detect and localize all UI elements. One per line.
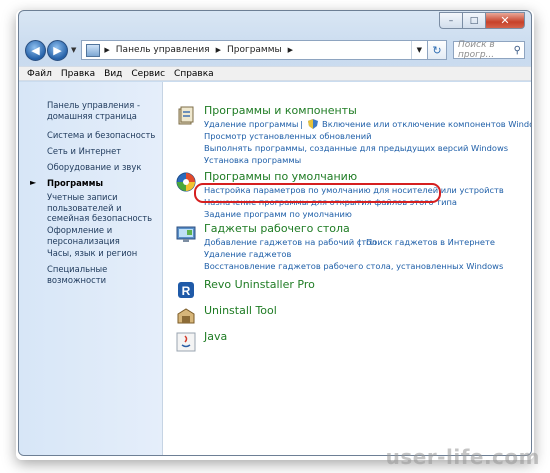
menu-file[interactable]: Файл — [27, 69, 52, 79]
explorer-window: – □ ✕ ◀ ▶ ▼ ▶ Панель управления ▶ Програ… — [18, 10, 532, 456]
section-title[interactable]: Uninstall Tool — [204, 304, 277, 317]
sidebar-item-home[interactable]: Панель управления - домашняя страница — [47, 100, 157, 121]
compatibility-link[interactable]: Выполнять программы, созданные для преды… — [204, 143, 508, 153]
programs-features-icon — [178, 106, 194, 125]
revo-uninstaller-icon: R — [178, 282, 194, 298]
maximize-button[interactable]: □ — [462, 12, 485, 29]
gadgets-icon — [176, 226, 196, 242]
link-separator: | — [358, 237, 361, 247]
forward-arrow-icon[interactable]: ▶ — [47, 39, 68, 61]
default-programs-icon — [176, 172, 196, 192]
sidebar-item-clock-region[interactable]: Часы, язык и регион — [47, 248, 157, 259]
search-gadgets-online-link[interactable]: Поиск гаджетов в Интернете — [366, 237, 495, 247]
highlight-annotation — [194, 183, 441, 203]
main-content: Программы и компоненты Удаление программ… — [163, 82, 531, 455]
caption-buttons: – □ ✕ — [439, 12, 525, 29]
menu-tools[interactable]: Сервис — [131, 69, 165, 79]
section-title[interactable]: Java — [204, 330, 227, 343]
sidebar-item-network[interactable]: Сеть и Интернет — [47, 146, 157, 157]
uninstall-tool-icon — [177, 308, 195, 324]
search-input[interactable]: Поиск в прогр... ⚲ — [453, 40, 525, 60]
back-arrow-icon[interactable]: ◀ — [25, 39, 46, 61]
address-dropdown-icon[interactable]: ▼ — [410, 41, 427, 59]
sidebar-item-appearance[interactable]: Оформление и персонализация — [47, 225, 157, 246]
section-title[interactable]: Гаджеты рабочего стола — [204, 222, 350, 235]
add-gadgets-link[interactable]: Добавление гаджетов на рабочий стол — [204, 237, 377, 247]
sidebar-item-security[interactable]: Система и безопасность — [47, 130, 157, 141]
set-default-programs-link[interactable]: Задание программ по умолчанию — [204, 209, 352, 219]
sidebar: Панель управления - домашняя страница Си… — [19, 82, 163, 455]
sidebar-item-accounts[interactable]: Учетные записи пользователей и семейная … — [47, 192, 157, 224]
refresh-icon[interactable]: ↻ — [427, 40, 447, 60]
sidebar-item-hardware[interactable]: Оборудование и звук — [47, 162, 157, 173]
active-bullet-icon: ► — [30, 178, 37, 187]
address-bar[interactable]: ▶ Панель управления ▶ Программы ▶ ▼ — [81, 40, 428, 60]
install-program-link[interactable]: Установка программы — [204, 155, 301, 165]
sidebar-item-programs[interactable]: Программы — [47, 178, 157, 189]
svg-text:R: R — [182, 284, 191, 298]
breadcrumb-separator[interactable]: ▶ — [288, 46, 293, 54]
view-updates-link[interactable]: Просмотр установленных обновлений — [204, 131, 372, 141]
close-button[interactable]: ✕ — [485, 12, 525, 29]
minimize-button[interactable]: – — [439, 12, 462, 29]
breadcrumb-separator[interactable]: ▶ — [216, 46, 221, 54]
section-title[interactable]: Программы по умолчанию — [204, 170, 357, 183]
uninstall-program-link[interactable]: Удаление программы — [204, 119, 298, 129]
search-icon[interactable]: ⚲ — [514, 45, 521, 56]
sidebar-item-accessibility[interactable]: Специальные возможности — [47, 264, 157, 285]
menu-bar: Файл Правка Вид Сервис Справка — [19, 66, 531, 81]
windows-features-link[interactable]: Включение или отключение компонентов Win… — [322, 119, 531, 129]
breadcrumb-separator[interactable]: ▶ — [104, 46, 109, 54]
watermark: user-life.com — [385, 445, 540, 469]
breadcrumb-programs[interactable]: Программы — [227, 45, 282, 55]
section-title[interactable]: Revo Uninstaller Pro — [204, 278, 315, 291]
search-placeholder: Поиск в прогр... — [458, 40, 495, 60]
shield-icon — [308, 119, 318, 129]
navigation-bar: ◀ ▶ ▼ ▶ Панель управления ▶ Программы ▶ … — [25, 38, 525, 62]
control-panel-icon — [86, 43, 101, 57]
restore-gadgets-link[interactable]: Восстановление гаджетов рабочего стола, … — [204, 261, 503, 271]
breadcrumb-control-panel[interactable]: Панель управления — [116, 45, 210, 55]
menu-edit[interactable]: Правка — [61, 69, 95, 79]
remove-gadgets-link[interactable]: Удаление гаджетов — [204, 249, 291, 259]
link-separator: | — [300, 119, 303, 129]
section-title[interactable]: Программы и компоненты — [204, 104, 357, 117]
recent-pages-dropdown[interactable]: ▼ — [71, 46, 76, 54]
menu-view[interactable]: Вид — [104, 69, 122, 79]
menu-help[interactable]: Справка — [174, 69, 214, 79]
java-icon — [176, 332, 196, 352]
